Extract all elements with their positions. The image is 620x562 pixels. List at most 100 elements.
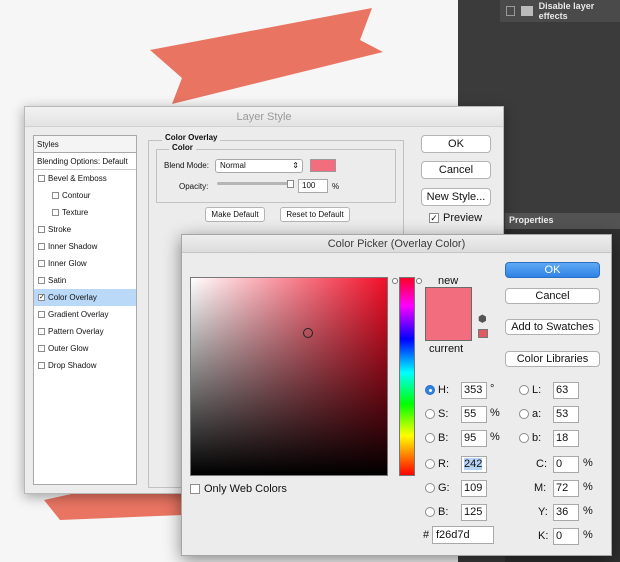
style-item-drop-shadow[interactable]: Drop Shadow [34,357,136,374]
make-default-button[interactable]: Make Default [205,207,265,222]
style-checkbox[interactable] [52,192,59,199]
picker-cancel-button[interactable]: Cancel [505,288,600,304]
style-item-label: Inner Shadow [48,242,98,251]
lab-a-input[interactable]: 53 [553,406,579,423]
style-item-outer-glow[interactable]: Outer Glow [34,340,136,357]
red-input[interactable]: 242 [461,456,487,473]
opacity-input[interactable]: 100 [298,179,328,193]
lab-b-radio-dot[interactable] [519,433,529,443]
saturation-input[interactable]: 55 [461,406,487,423]
style-item-bevel-emboss[interactable]: Bevel & Emboss [34,170,136,187]
style-item-color-overlay[interactable]: ✓ Color Overlay [34,289,136,306]
picker-ok-button[interactable]: OK [505,262,600,278]
reset-to-default-button[interactable]: Reset to Default [280,207,350,222]
cyan-input[interactable]: 0 [553,456,579,473]
style-checkbox[interactable] [38,328,45,335]
style-checkbox[interactable] [38,277,45,284]
color-libraries-button[interactable]: Color Libraries [505,351,600,367]
style-item-label: Texture [62,208,89,217]
red-radio[interactable]: R: [425,458,449,470]
cube-warning-icon[interactable]: ⬢ [478,315,489,326]
brightness-radio-dot[interactable] [425,433,435,443]
brightness-radio[interactable]: B: [425,432,448,444]
green-radio-dot[interactable] [425,483,435,493]
style-checkbox[interactable] [38,226,45,233]
blue-radio-dot[interactable] [425,507,435,517]
style-item-label: Outer Glow [48,344,89,353]
saturation-label: S: [438,408,449,420]
style-checkbox[interactable] [38,311,45,318]
saturation-radio[interactable]: S: [425,408,448,420]
color-subgroup [156,149,396,203]
blue-radio[interactable]: B: [425,506,448,518]
style-checkbox[interactable] [38,243,45,250]
hue-slider-marker-left[interactable] [392,278,398,284]
style-checkbox[interactable]: ✓ [38,294,45,301]
blue-input[interactable]: 125 [461,504,487,521]
style-item-label: Pattern Overlay [48,327,104,336]
brightness-input[interactable]: 95 [461,430,487,447]
lab-a-radio-dot[interactable] [519,409,529,419]
color-overlay-heading: Color Overlay [162,133,221,142]
magenta-input[interactable]: 72 [553,480,579,497]
lab-l-radio-dot[interactable] [519,385,529,395]
yellow-input[interactable]: 36 [553,504,579,521]
hue-slider[interactable] [399,277,415,476]
web-colors-check-icon[interactable] [190,484,200,494]
add-to-swatches-button[interactable]: Add to Swatches [505,319,600,335]
red-radio-dot[interactable] [425,459,435,469]
color-field-cursor[interactable] [303,328,313,338]
style-item-gradient-overlay[interactable]: Gradient Overlay [34,306,136,323]
tab-properties[interactable]: Properties [505,213,620,229]
style-item-satin[interactable]: Satin [34,272,136,289]
styles-header[interactable]: Styles [34,136,136,153]
new-style-button[interactable]: New Style... [421,188,491,206]
blend-mode-select[interactable]: Normal ⇕ [215,159,303,173]
hex-input[interactable]: f26d7d [432,526,494,544]
style-item-inner-shadow[interactable]: Inner Shadow [34,238,136,255]
overlay-color-swatch[interactable] [310,159,336,172]
style-item-contour[interactable]: Contour [34,187,136,204]
visibility-icon[interactable] [506,6,516,16]
style-item-label: Drop Shadow [48,361,97,370]
green-radio[interactable]: G: [425,482,450,494]
hue-input[interactable]: 353 [461,382,487,399]
opacity-slider-handle[interactable] [287,180,294,188]
saturation-radio-dot[interactable] [425,409,435,419]
hue-radio[interactable]: H: [425,384,449,396]
yellow-label: Y: [538,506,548,518]
hue-slider-marker-right[interactable] [416,278,422,284]
lab-l-radio[interactable]: L: [519,384,541,396]
lab-l-input[interactable]: 63 [553,382,579,399]
saturation-brightness-field[interactable] [190,277,388,476]
black-input[interactable]: 0 [553,528,579,545]
cancel-button[interactable]: Cancel [421,161,491,179]
style-checkbox[interactable] [38,175,45,182]
style-item-stroke[interactable]: Stroke [34,221,136,238]
lab-a-radio[interactable]: a: [519,408,541,420]
layer-row-label: Disable layer effects [538,1,595,21]
blend-mode-label: Blend Mode: [164,161,209,170]
ok-button[interactable]: OK [421,135,491,153]
layer-row-disable-effects[interactable]: Disable layer effects [500,0,620,22]
gamut-color-swatch[interactable] [478,329,488,338]
style-item-texture[interactable]: Texture [34,204,136,221]
preview-check-icon[interactable]: ✓ [429,213,439,223]
layer-style-title: Layer Style [25,107,503,127]
preview-checkbox[interactable]: ✓ Preview [429,212,482,224]
style-checkbox[interactable] [52,209,59,216]
hue-radio-dot[interactable] [425,385,435,395]
blue-label: B: [438,506,449,518]
blending-options-item[interactable]: Blending Options: Default [34,153,136,170]
style-checkbox[interactable] [38,345,45,352]
only-web-colors-checkbox[interactable]: Only Web Colors [190,483,287,495]
style-item-pattern-overlay[interactable]: Pattern Overlay [34,323,136,340]
opacity-label: Opacity: [179,182,209,191]
style-checkbox[interactable] [38,260,45,267]
style-item-inner-glow[interactable]: Inner Glow [34,255,136,272]
lab-b-input[interactable]: 18 [553,430,579,447]
green-input[interactable]: 109 [461,480,487,497]
lab-b-radio[interactable]: b: [519,432,541,444]
style-checkbox[interactable] [38,362,45,369]
opacity-slider-track[interactable] [217,182,293,185]
